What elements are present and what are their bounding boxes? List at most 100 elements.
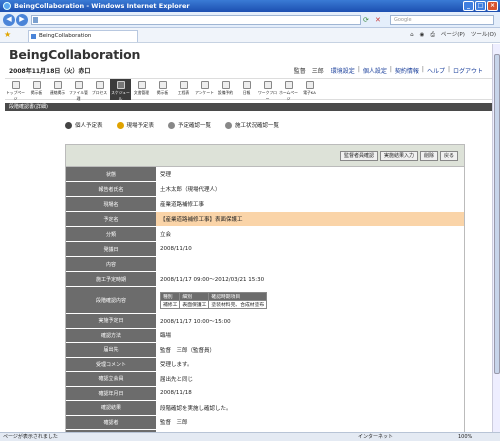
- link-contract-info[interactable]: 契約情報: [395, 66, 419, 75]
- zoom-level[interactable]: 100%: [458, 433, 472, 441]
- menu-item[interactable]: 工程表: [173, 79, 194, 100]
- menu-item[interactable]: トップページ: [5, 79, 26, 101]
- back-button[interactable]: 戻る: [439, 151, 458, 161]
- menu-item[interactable]: ワークフロー: [257, 79, 278, 101]
- row-value: [156, 257, 464, 271]
- menu-item[interactable]: スケジュール: [110, 79, 131, 101]
- detail-row: 発議日 2008/11/10: [66, 242, 464, 257]
- row-label: 施工予定時期: [66, 272, 156, 286]
- tab-bar: ★ BeingCollaboration ⌂ ◉ ⎙ ページ(P) ツール(O): [0, 28, 500, 43]
- menu-label: 掲示板: [156, 90, 169, 95]
- detail-row: 状態 受理: [66, 167, 464, 182]
- menu-label: 連絡掲示: [49, 90, 66, 95]
- link-environment-settings[interactable]: 環境設定: [331, 66, 355, 75]
- menu-item[interactable]: 掲示板: [152, 79, 173, 100]
- user-name: 監督 三郎: [293, 68, 324, 75]
- header-links: 監督 三郎 環境設定 | 個人設定 | 契約情報 | ヘルプ | ログアウト: [293, 66, 483, 75]
- menu-item[interactable]: 日報: [236, 79, 257, 100]
- minimize-button[interactable]: _: [463, 1, 474, 11]
- menu-icon: [32, 81, 41, 89]
- menu-item[interactable]: 掲示板: [26, 79, 47, 100]
- status-bar: ページが表示されました インターネット 100%: [0, 432, 500, 441]
- app-logo[interactable]: BeingCollaboration: [9, 47, 140, 62]
- delete-button[interactable]: 削除: [419, 151, 438, 161]
- feeds-icon[interactable]: ◉: [420, 30, 425, 41]
- row-value: 立会: [160, 232, 172, 238]
- status-text: ページが表示されました: [3, 434, 58, 440]
- menu-item[interactable]: 設備予約: [215, 79, 236, 100]
- menu-item[interactable]: 電子KA: [299, 79, 320, 100]
- menu-icon: [137, 81, 146, 89]
- row-label: 分類: [66, 227, 156, 241]
- menu-label: ワークフロー: [258, 90, 277, 101]
- menu-label: スケジュール: [111, 90, 130, 101]
- menu-label: アンケート: [195, 90, 214, 95]
- link-help[interactable]: ヘルプ: [427, 66, 445, 75]
- menu-label: 設備予約: [217, 90, 234, 95]
- back-arrow-icon[interactable]: ◀: [3, 14, 15, 26]
- row-value: 2008/11/18: [160, 390, 192, 397]
- row-value: 土木太郎（現場代理人）: [160, 187, 221, 193]
- inspection-row: 段階確認内容 種別 細別 確認時期項目 補修工 表面保護工 塗装材料完、合成材塗布: [66, 287, 464, 314]
- subnav-item[interactable]: 個人予定表: [65, 121, 103, 129]
- vertical-scrollbar[interactable]: [492, 44, 500, 432]
- stop-icon[interactable]: ✕: [375, 15, 385, 25]
- menu-icon: [284, 81, 293, 89]
- app-header: BeingCollaboration 2008年11月18日（火）赤口 監督 三…: [5, 45, 495, 78]
- row-value: 【産業道路補修工事】表面保護工: [156, 212, 464, 226]
- menu-item[interactable]: 文書管理: [131, 79, 152, 100]
- menu-item[interactable]: ファイル管理: [68, 79, 89, 101]
- menu-icon: [179, 81, 188, 89]
- menu-item[interactable]: ホームページ: [278, 79, 299, 101]
- row-label: 実施予定日: [66, 314, 156, 328]
- row-label: 現場名: [66, 197, 156, 211]
- home-icon[interactable]: ⌂: [410, 30, 414, 41]
- detail-rows: 状態 受理 報告者氏名 土木太郎（現場代理人） 現場名 産業道路補修工事 予定名 【産業道路補…: [66, 167, 464, 441]
- tools-menu[interactable]: ツール(O): [471, 30, 496, 41]
- supervisor-confirm-button[interactable]: 監督者員確認: [339, 151, 378, 161]
- menu-icon: [158, 81, 167, 89]
- detail-row: 確認結果 段階確認を実施し確認した。: [66, 401, 464, 416]
- inspection-table: 種別 細別 確認時期項目 補修工 表面保護工 塗装材料完、合成材塗布: [159, 291, 268, 309]
- menu-icon: [95, 81, 104, 89]
- link-personal-settings[interactable]: 個人設定: [363, 66, 387, 75]
- panel-header: 監督者員確認 実施結果入力 削除 戻る: [66, 145, 464, 167]
- row-label: 確認者: [66, 415, 156, 429]
- row-label: 確認結果: [66, 401, 156, 415]
- menu-label: プロセス: [91, 90, 108, 95]
- url-input[interactable]: [31, 15, 361, 25]
- detail-row: 報告者氏名 土木太郎（現場代理人）: [66, 182, 464, 197]
- menu-item[interactable]: プロセス: [89, 79, 110, 100]
- forward-arrow-icon[interactable]: ▶: [16, 14, 28, 26]
- detail-row: 予定名 【産業道路補修工事】表面保護工: [66, 212, 464, 227]
- print-icon[interactable]: ⎙: [430, 30, 434, 41]
- enter-results-button[interactable]: 実施結果入力: [379, 151, 418, 161]
- maximize-button[interactable]: □: [475, 1, 486, 11]
- row-value: 2008/11/10: [160, 246, 192, 252]
- menu-label: 電子KA: [303, 90, 316, 95]
- search-input[interactable]: Google: [390, 15, 494, 25]
- sub-navigation: 個人予定表 現場予定表 予定確認一覧 施工状況確認一覧: [65, 121, 279, 129]
- subnav-item[interactable]: 施工状況確認一覧: [225, 121, 279, 129]
- link-logout[interactable]: ログアウト: [453, 66, 483, 75]
- menu-icon: [242, 81, 251, 89]
- security-zone: インターネット: [358, 434, 394, 440]
- subnav-item[interactable]: 現場予定表: [116, 121, 154, 129]
- browser-tab[interactable]: BeingCollaboration: [28, 30, 138, 42]
- menu-item[interactable]: 連絡掲示: [47, 79, 68, 100]
- inspection-header: 種別: [159, 291, 181, 301]
- scroll-thumb[interactable]: [494, 54, 500, 374]
- menu-item[interactable]: アンケート: [194, 79, 215, 100]
- row-value: 届出先と同じ: [160, 376, 194, 383]
- close-button[interactable]: ×: [487, 1, 498, 11]
- window-titlebar: BeingCollaboration - Windows Internet Ex…: [0, 0, 500, 12]
- subnav-icon: [225, 121, 233, 129]
- favorites-star-icon[interactable]: ★: [4, 30, 11, 39]
- row-value: 受理します。: [160, 362, 193, 369]
- tab-page-icon: [31, 34, 36, 39]
- page-menu[interactable]: ページ(P): [441, 30, 465, 41]
- refresh-icon[interactable]: ⟳: [363, 15, 373, 25]
- subnav-item[interactable]: 予定確認一覧: [168, 121, 211, 129]
- inspection-header: 細別: [179, 291, 210, 301]
- row-label: 状態: [66, 167, 156, 181]
